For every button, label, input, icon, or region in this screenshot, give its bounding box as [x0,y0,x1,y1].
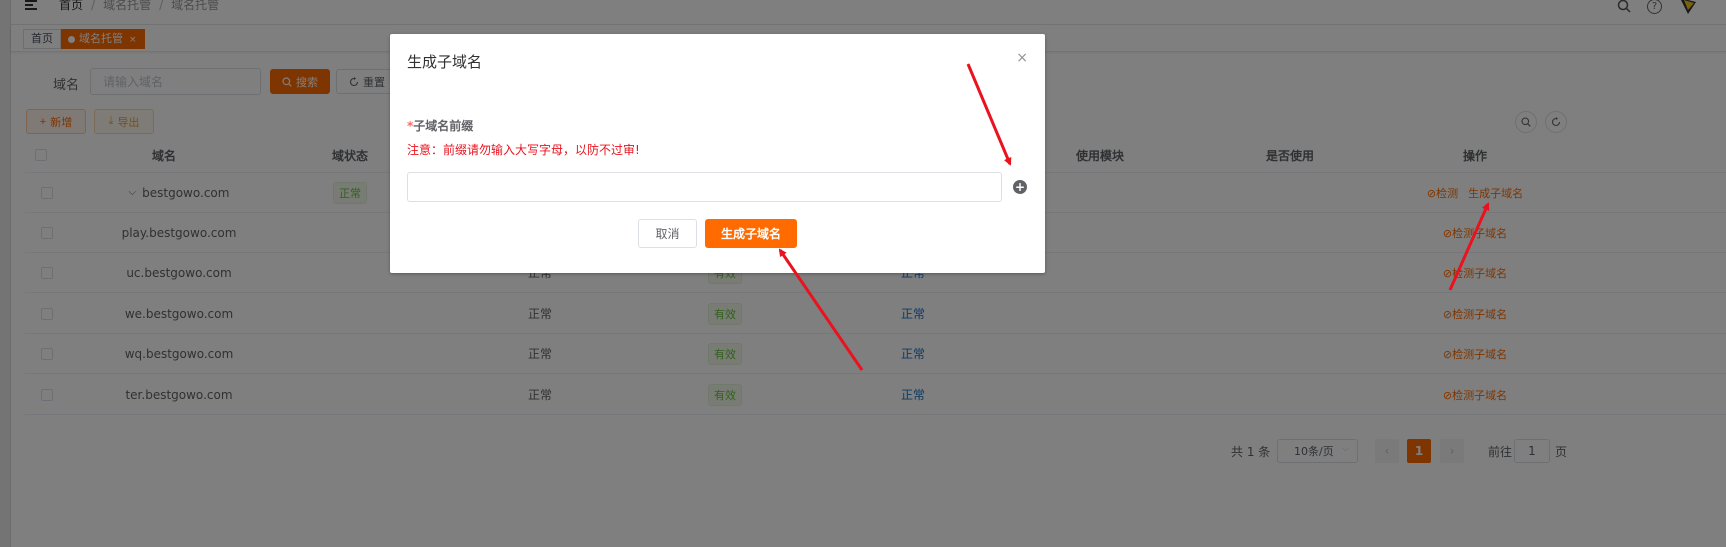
close-icon[interactable]: × [1016,50,1028,66]
uppercase-warning: 注意：前缀请勿输入大写字母，以防不过审! [407,143,640,157]
generate-subdomain-button[interactable]: 生成子域名 [705,219,797,248]
subdomain-prefix-input[interactable] [407,172,1002,202]
generate-subdomain-dialog: 生成子域名 × *子域名前缀 注意：前缀请勿输入大写字母，以防不过审! + 取消… [390,34,1045,273]
dialog-title: 生成子域名 [407,53,483,71]
cancel-button[interactable]: 取消 [638,219,697,248]
subdomain-prefix-label: *子域名前缀 [407,119,474,133]
add-prefix-plus-icon[interactable]: + [1013,180,1027,194]
